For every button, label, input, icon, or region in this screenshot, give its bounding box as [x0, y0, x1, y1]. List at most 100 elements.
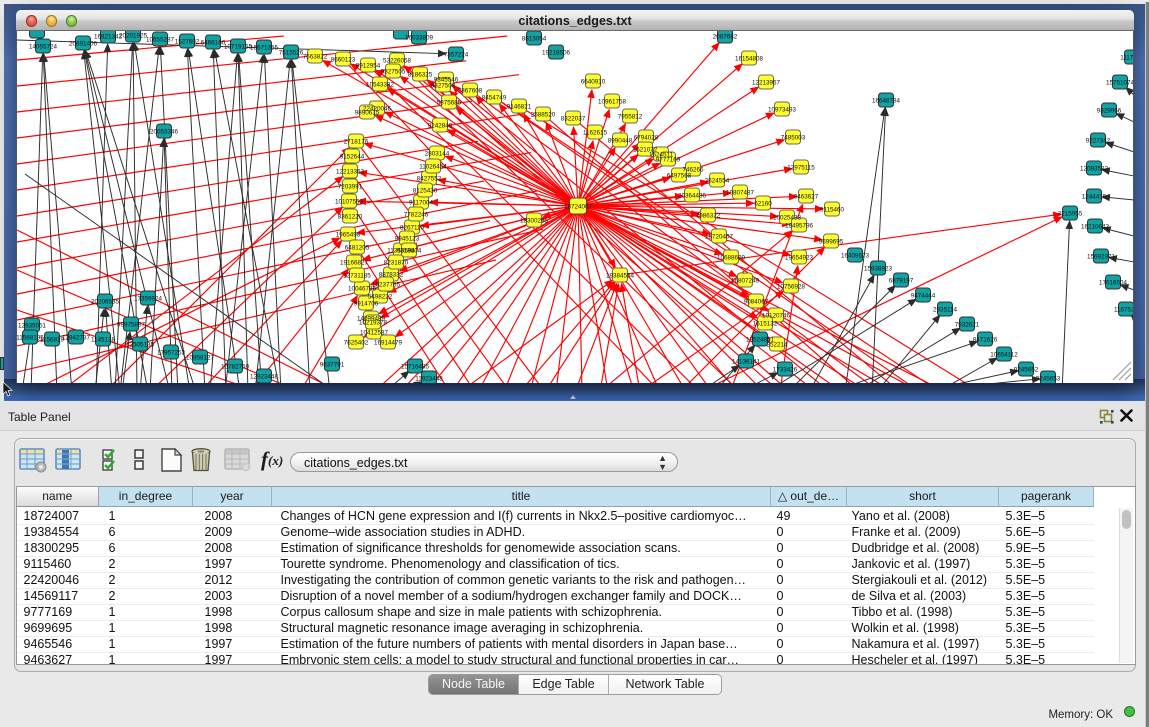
svg-text:16914479: 16914479: [374, 340, 403, 347]
svg-text:3624554: 3624554: [705, 178, 730, 185]
svg-text:7485003: 7485003: [781, 135, 806, 142]
svg-text:5875685: 5875685: [437, 100, 462, 107]
svg-text:10719155: 10719155: [224, 44, 253, 51]
svg-text:10107553: 10107553: [335, 199, 364, 206]
svg-text:252214: 252214: [766, 342, 788, 349]
svg-text:9637791: 9637791: [320, 362, 345, 369]
svg-text:9945123: 9945123: [395, 236, 420, 243]
svg-text:12935051: 12935051: [18, 323, 47, 330]
svg-text:8322037: 8322037: [561, 116, 586, 123]
svg-text:16782759: 16782759: [221, 364, 250, 371]
svg-text:1733426: 1733426: [773, 367, 798, 374]
svg-text:7515526: 7515526: [279, 50, 304, 57]
svg-text:10958127: 10958127: [186, 355, 215, 362]
svg-text:11026454: 11026454: [419, 164, 447, 171]
svg-text:9318804: 9318804: [397, 248, 422, 255]
svg-text:19654923: 19654923: [785, 255, 814, 262]
svg-text:8267110: 8267110: [400, 225, 425, 232]
svg-text:(x): (x): [268, 453, 283, 468]
svg-text:12213363: 12213363: [336, 169, 365, 176]
svg-text:16409573: 16409573: [841, 253, 870, 260]
svg-text:19384554: 19384554: [606, 273, 635, 280]
svg-text:9084067: 9084067: [744, 299, 769, 306]
svg-text:8990448: 8990448: [608, 138, 633, 145]
svg-text:9242848: 9242848: [428, 123, 453, 130]
svg-text:8186325: 8186325: [408, 72, 433, 79]
svg-text:1615132: 1615132: [753, 321, 778, 328]
svg-text:20364436: 20364436: [678, 193, 707, 200]
svg-text:9777169: 9777169: [656, 157, 681, 164]
svg-text:16671355: 16671355: [250, 45, 279, 52]
svg-text:12505135: 12505135: [126, 342, 155, 349]
svg-text:8878332: 8878332: [379, 272, 404, 279]
svg-text:7563822: 7563822: [303, 54, 328, 61]
svg-text:12923448: 12923448: [250, 374, 279, 381]
svg-text:11923448: 11923448: [415, 376, 443, 383]
svg-text:10655287: 10655287: [146, 37, 175, 44]
svg-text:2718176: 2718176: [344, 139, 369, 146]
svg-text:1145138: 1145138: [91, 337, 116, 344]
svg-text:17016504: 17016504: [1099, 280, 1128, 287]
svg-text:2803144: 2803144: [425, 151, 450, 158]
svg-text:7625402: 7625402: [344, 340, 369, 347]
svg-text:53226058: 53226058: [383, 58, 412, 65]
svg-text:10688609: 10688609: [717, 255, 746, 262]
svg-text:9115460: 9115460: [820, 207, 845, 214]
svg-text:15938923: 15938923: [864, 266, 893, 273]
svg-text:1162615: 1162615: [583, 130, 608, 137]
svg-text:10654112: 10654112: [990, 352, 1018, 359]
svg-text:2087682: 2087682: [713, 34, 738, 41]
svg-text:8912954: 8912954: [356, 63, 381, 70]
svg-text:9245652: 9245652: [1014, 367, 1039, 374]
svg-text:8660123: 8660123: [331, 57, 356, 64]
svg-text:10237765: 10237765: [372, 282, 401, 289]
svg-text:9227342: 9227342: [1086, 138, 1111, 145]
svg-text:10756928: 10756928: [777, 284, 806, 291]
svg-text:7932621: 7932621: [955, 322, 980, 329]
svg-text:16210643: 16210643: [1081, 224, 1110, 231]
svg-text:20691406: 20691406: [69, 41, 98, 48]
svg-text:8361220: 8361220: [338, 214, 363, 221]
svg-text:14136141: 14136141: [732, 359, 761, 366]
svg-text:12731185: 12731185: [343, 273, 371, 280]
svg-text:15716485: 15716485: [401, 364, 430, 371]
svg-text:10219378: 10219378: [359, 320, 388, 327]
svg-text:15692971: 15692971: [1087, 254, 1116, 261]
svg-text:15720407: 15720407: [705, 234, 734, 241]
svg-text:10973493: 10973493: [768, 107, 797, 114]
svg-text:8427552: 8427552: [417, 176, 442, 183]
svg-text:8454749: 8454749: [482, 95, 507, 102]
svg-text:9914706: 9914706: [354, 301, 379, 308]
svg-text:20201925: 20201925: [119, 33, 148, 40]
svg-text:99975887: 99975887: [117, 322, 146, 329]
svg-text:15751074: 15751074: [1106, 80, 1134, 87]
svg-text:19218506: 19218506: [542, 50, 571, 57]
svg-text:10025438: 10025438: [773, 215, 802, 222]
svg-text:12975115: 12975115: [787, 165, 815, 172]
svg-text:14055724: 14055724: [29, 44, 58, 51]
svg-text:10961758: 10961758: [598, 99, 627, 106]
svg-text:8471626: 8471626: [973, 337, 998, 344]
svg-text:1527602: 1527602: [175, 39, 200, 46]
svg-text:9890615: 9890615: [355, 110, 380, 117]
svg-text:19166827: 19166827: [340, 260, 369, 267]
svg-text:3215955: 3215955: [1058, 211, 1083, 218]
svg-text:2588520: 2588520: [531, 112, 556, 119]
svg-text:2867608: 2867608: [458, 88, 483, 95]
svg-text:16648784: 16648784: [872, 98, 901, 105]
svg-text:7782246: 7782246: [404, 212, 429, 219]
svg-text:1244415: 1244415: [1082, 194, 1107, 201]
svg-text:18300295: 18300295: [520, 218, 549, 225]
svg-text:6879197: 6879197: [889, 278, 914, 285]
svg-text:12942737: 12942737: [62, 335, 91, 342]
svg-text:6481205: 6481205: [345, 245, 370, 252]
svg-text:1167533: 1167533: [1114, 307, 1134, 314]
svg-text:9245653: 9245653: [1036, 376, 1061, 383]
svg-text:10807487: 10807487: [726, 190, 755, 197]
svg-text:9329966: 9329966: [1097, 108, 1122, 115]
svg-text:10120746: 10120746: [762, 313, 791, 320]
svg-text:16154808: 16154808: [735, 56, 764, 63]
svg-text:6640910: 6640910: [581, 79, 606, 86]
svg-text:16033809: 16033809: [405, 35, 434, 42]
svg-text:1156819: 1156819: [40, 337, 65, 344]
